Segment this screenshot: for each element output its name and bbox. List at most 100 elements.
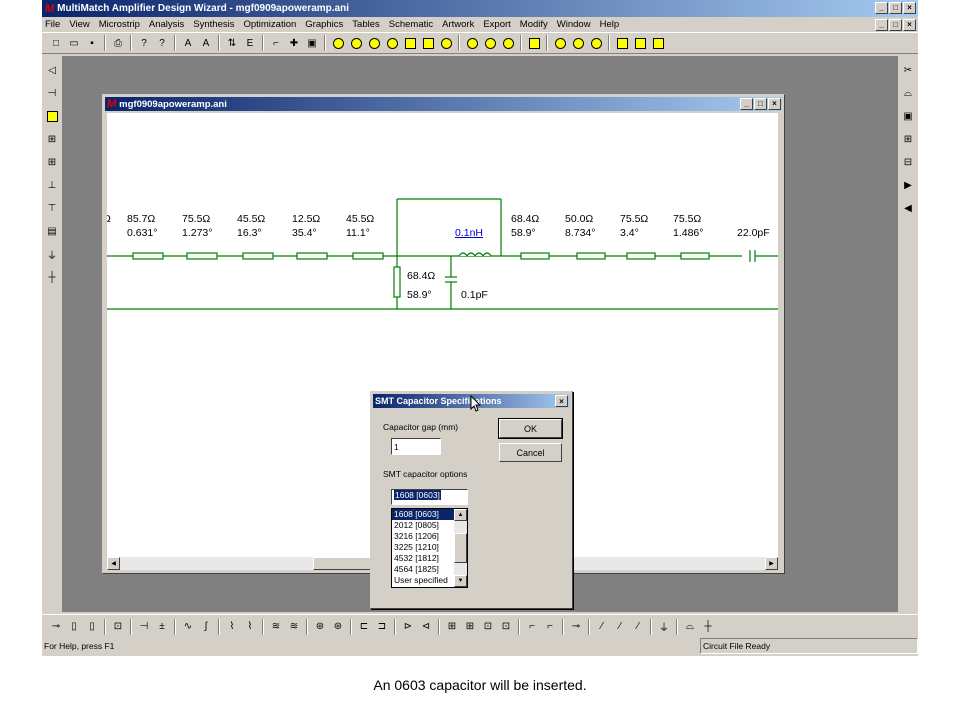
help-icon[interactable]: ? xyxy=(136,35,152,51)
diagonal-3-icon[interactable]: ⁄ xyxy=(630,619,646,635)
transistor-2-icon[interactable] xyxy=(632,35,648,51)
network-block-2-icon[interactable]: ⊞ xyxy=(462,619,478,635)
close-button[interactable]: × xyxy=(903,2,916,14)
menu-optimization[interactable]: Optimization xyxy=(243,19,296,30)
swap-icon[interactable]: ⇅ xyxy=(224,35,240,51)
schematic-minimize-button[interactable]: _ xyxy=(740,98,753,110)
diagonal-2-icon[interactable]: ⁄ xyxy=(612,619,628,635)
pad-icon[interactable]: ▣ xyxy=(900,108,916,125)
component-icon[interactable] xyxy=(402,35,418,51)
schematic-title-bar[interactable]: M mgf0909apoweramp.ani xyxy=(105,97,782,111)
cancel-button[interactable]: Cancel xyxy=(499,443,562,462)
minus-box-icon[interactable]: ⊟ xyxy=(900,154,916,171)
noise-circle-icon[interactable] xyxy=(500,35,516,51)
circuit-block-2-icon[interactable]: ⊞ xyxy=(44,154,60,171)
list-scrollbar[interactable]: ▲ ▼ xyxy=(454,509,467,587)
equals-icon[interactable] xyxy=(420,35,436,51)
smt-options-combo[interactable]: 1608 [0603] xyxy=(391,489,468,505)
wire-icon[interactable]: ⌐ xyxy=(268,35,284,51)
print-icon[interactable]: ⎙ xyxy=(110,35,126,51)
list-item[interactable]: 2012 [0805] xyxy=(392,520,455,531)
network-block-icon[interactable]: ⊞ xyxy=(444,619,460,635)
menu-schematic[interactable]: Schematic xyxy=(389,19,433,30)
capacitor-gap-input[interactable] xyxy=(391,438,441,455)
output-icon[interactable]: ▶ xyxy=(900,177,916,194)
schematic-close-button[interactable]: × xyxy=(768,98,781,110)
diode-2-icon[interactable]: ⊲ xyxy=(418,619,434,635)
circle-3-icon[interactable] xyxy=(588,35,604,51)
list-item[interactable]: 3216 [1206] xyxy=(392,531,455,542)
open-stub-icon[interactable]: ▯ xyxy=(84,619,100,635)
menu-view[interactable]: View xyxy=(69,19,89,30)
schematic-maximize-button[interactable]: □ xyxy=(754,98,767,110)
terminal-icon[interactable]: ⊣ xyxy=(44,85,60,102)
probe-icon[interactable]: ⌐ xyxy=(524,619,540,635)
list-scroll-up-button[interactable]: ▲ xyxy=(454,509,467,521)
list-item[interactable]: 4532 [1812] xyxy=(392,553,455,564)
ground-stub-icon[interactable]: ⏚ xyxy=(656,619,672,635)
series-tl-icon[interactable]: ⊸ xyxy=(48,619,64,635)
list-item[interactable]: User specified xyxy=(392,575,455,586)
smith-admittance-icon[interactable] xyxy=(366,35,382,51)
dialog-close-button[interactable]: × xyxy=(555,395,568,407)
transistor-1-icon[interactable] xyxy=(614,35,630,51)
series-ind-icon[interactable]: ∿ xyxy=(180,619,196,635)
probe-2-icon[interactable]: ⌐ xyxy=(542,619,558,635)
smt-options-list[interactable]: 1608 [0603] 2012 [0805] 3216 [1206] 3225… xyxy=(391,508,468,588)
tee-icon[interactable]: ┼ xyxy=(44,269,60,286)
scroll-right-button[interactable]: ▶ xyxy=(765,557,778,570)
resonator-icon[interactable]: ⊛ xyxy=(312,619,328,635)
gain-circle-icon[interactable] xyxy=(482,35,498,51)
block-icon[interactable] xyxy=(44,108,60,125)
shunt-cap-icon[interactable]: ± xyxy=(154,619,170,635)
list-item[interactable]: 1608 [0603] xyxy=(392,509,455,520)
app-title-bar[interactable]: M MultiMatch Amplifier Design Wizard - m… xyxy=(42,0,918,17)
tune-down-icon[interactable]: A xyxy=(198,35,214,51)
filter-icon[interactable] xyxy=(526,35,542,51)
menu-graphics[interactable]: Graphics xyxy=(305,19,343,30)
cross-icon[interactable]: ✚ xyxy=(286,35,302,51)
shunt-res-icon[interactable]: ⌇ xyxy=(242,619,258,635)
open-folder-icon[interactable]: ▭ xyxy=(66,35,82,51)
via-icon[interactable]: ⌓ xyxy=(900,85,916,102)
maximize-button[interactable]: □ xyxy=(889,2,902,14)
smith-combined-icon[interactable] xyxy=(384,35,400,51)
menu-artwork[interactable]: Artwork xyxy=(442,19,474,30)
menu-help[interactable]: Help xyxy=(600,19,620,30)
box-icon[interactable]: ▣ xyxy=(304,35,320,51)
context-help-icon[interactable]: ? xyxy=(154,35,170,51)
shunt-tl-icon[interactable]: ▯ xyxy=(66,619,82,635)
list-scroll-thumb[interactable] xyxy=(454,533,467,563)
plus-box-icon[interactable]: ⊞ xyxy=(900,131,916,148)
via-tool-icon[interactable]: ⌓ xyxy=(682,619,698,635)
network-icon[interactable] xyxy=(438,35,454,51)
menu-synthesis[interactable]: Synthesis xyxy=(193,19,234,30)
scissors-icon[interactable]: ✂ xyxy=(900,62,916,79)
menu-export[interactable]: Export xyxy=(483,19,510,30)
mdi-minimize-button[interactable]: _ xyxy=(875,19,888,31)
transformer-2-icon[interactable]: ≋ xyxy=(286,619,302,635)
minimize-button[interactable]: _ xyxy=(875,2,888,14)
transistor-3-icon[interactable] xyxy=(650,35,666,51)
series-cap-icon[interactable]: ⊣ xyxy=(136,619,152,635)
shunt-ind-icon[interactable]: ʃ xyxy=(198,619,214,635)
circle-1-icon[interactable] xyxy=(552,35,568,51)
lumped-2-icon[interactable]: ⊐ xyxy=(374,619,390,635)
stub-2-icon[interactable]: ⊤ xyxy=(44,200,60,217)
menu-file[interactable]: File xyxy=(45,19,60,30)
port-icon[interactable]: ◁ xyxy=(44,62,60,79)
stability-icon[interactable] xyxy=(464,35,480,51)
mdi-restore-button[interactable]: □ xyxy=(889,19,902,31)
tee-tool-icon[interactable]: ┼ xyxy=(700,619,716,635)
mdi-close-button[interactable]: × xyxy=(903,19,916,31)
scroll-left-button[interactable]: ◀ xyxy=(107,557,120,570)
save-icon[interactable]: ▪ xyxy=(84,35,100,51)
list-scroll-down-button[interactable]: ▼ xyxy=(454,575,467,587)
list-item[interactable]: 3225 [1210] xyxy=(392,542,455,553)
ground-icon[interactable]: ⏚ xyxy=(44,246,60,263)
coupled-line-icon[interactable]: ⊡ xyxy=(110,619,126,635)
connector-icon[interactable]: ⊸ xyxy=(568,619,584,635)
transformer-icon[interactable]: ≋ xyxy=(268,619,284,635)
menu-window[interactable]: Window xyxy=(557,19,591,30)
diagonal-icon[interactable]: ⁄ xyxy=(594,619,610,635)
